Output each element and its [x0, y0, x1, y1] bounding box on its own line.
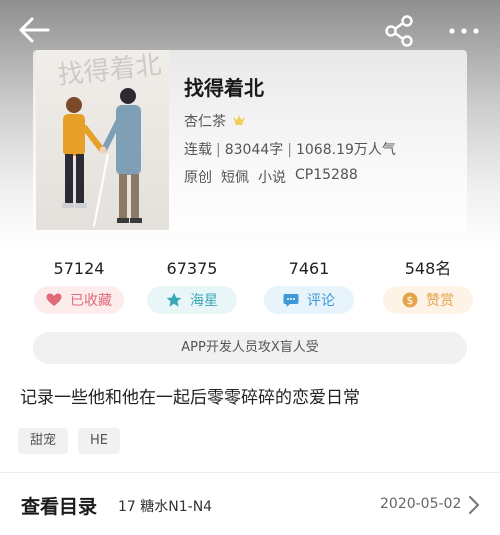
- comments-count: 7461: [288, 259, 330, 278]
- favorites-count: 57124: [53, 259, 105, 278]
- favorite-label: 已收藏: [70, 293, 112, 309]
- cp-banner: APP开发人员攻X盲人受: [33, 332, 467, 364]
- genre-chips: 甜宠 HE: [18, 428, 121, 454]
- cover-illustration: 找得着北: [36, 50, 169, 230]
- update-date: 2020-05-02: [380, 496, 462, 512]
- toc-label: 查看目录: [21, 496, 98, 518]
- comment-icon: [283, 293, 299, 307]
- coin-icon: $: [402, 292, 418, 308]
- author-row[interactable]: 杏仁茶: [184, 111, 246, 131]
- metric-favorites: 57124 已收藏: [24, 258, 134, 314]
- genre-chip[interactable]: 甜宠: [18, 428, 69, 454]
- comment-button[interactable]: 评论: [264, 286, 354, 314]
- popularity: 1068.19万人气: [295, 142, 396, 158]
- share-button[interactable]: [382, 13, 418, 49]
- serial-status: 连载: [184, 142, 212, 158]
- book-summary: 记录一些他和他在一起后零零碎碎的恋爱日常: [20, 388, 360, 408]
- chevron-right-icon: [469, 496, 479, 514]
- book-stats: 连载 | 83044字 | 1068.19万人气: [184, 142, 396, 158]
- table-of-contents-row[interactable]: 查看目录 17 糖水N1-N4 2020-05-02: [0, 483, 500, 527]
- starfish-label: 海星: [190, 293, 218, 309]
- metric-comments: 7461 评论: [254, 258, 364, 314]
- share-icon: [385, 15, 413, 47]
- reward-button[interactable]: $ 赞赏: [383, 286, 473, 314]
- comment-label: 评论: [307, 293, 335, 309]
- favorite-button[interactable]: 已收藏: [34, 286, 124, 314]
- rewards-rank: 548名: [404, 259, 452, 278]
- author-name[interactable]: 杏仁茶: [184, 111, 226, 131]
- starfish-count: 67375: [166, 259, 218, 278]
- metrics-row: 57124 已收藏 67375 海星 7461 评论 548名 $ 赞赏: [0, 258, 500, 320]
- starfish-button[interactable]: 海星: [147, 286, 237, 314]
- tag-item[interactable]: 原创: [184, 167, 212, 187]
- word-count: 83044字: [224, 142, 284, 158]
- metric-starfish: 67375 海星: [137, 258, 247, 314]
- book-tags: 原创 短佩 小说 CP15288: [184, 167, 358, 187]
- more-options-button[interactable]: [444, 14, 484, 48]
- metric-rewards: 548名 $ 赞赏: [373, 258, 483, 314]
- back-button[interactable]: [14, 12, 54, 48]
- genre-chip[interactable]: HE: [78, 428, 121, 454]
- tag-item[interactable]: 小说: [258, 167, 286, 187]
- book-cover[interactable]: 找得着北: [36, 50, 169, 230]
- svg-text:$: $: [407, 294, 414, 307]
- star-icon: [166, 292, 182, 307]
- book-title: 找得着北: [184, 76, 264, 100]
- crown-badge-icon: [233, 115, 245, 125]
- more-dots-icon: [449, 28, 479, 34]
- back-arrow-icon: [19, 17, 50, 43]
- reward-label: 赞赏: [426, 293, 454, 309]
- divider: [0, 472, 500, 473]
- tag-item[interactable]: 短佩: [221, 167, 249, 187]
- tag-item[interactable]: CP15288: [295, 167, 358, 187]
- latest-chapter: 17 糖水N1-N4: [118, 499, 213, 515]
- heart-icon: [46, 293, 62, 306]
